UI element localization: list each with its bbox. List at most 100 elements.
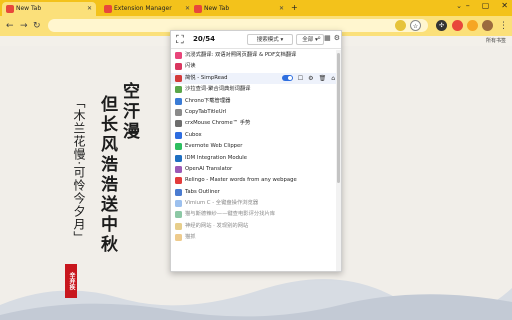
extension-row[interactable]: 简悦 - SimpRead ☐ ⚙ 🗑 ⌂ xyxy=(171,72,337,85)
extension-row[interactable]: 猫抓 xyxy=(171,232,337,243)
forward-icon[interactable]: → xyxy=(20,19,28,33)
extension-icon xyxy=(175,177,182,185)
extension-name: 神经的网站 · 发现别的网站 xyxy=(185,222,249,229)
extension-list: 沉浸式翻译: 双语对照网页翻译 & PDF文档翻译 闪读简悦 - SimpRead… xyxy=(171,50,337,244)
share-icon[interactable] xyxy=(395,20,406,31)
poet-seal: 辛弃疾 xyxy=(65,264,77,298)
extension-row[interactable]: Chrono下载管理器 xyxy=(171,96,337,107)
extension-icon xyxy=(175,200,182,208)
extension-icon xyxy=(175,108,182,116)
extension-icon xyxy=(175,131,182,139)
gear-icon[interactable]: ⚙ xyxy=(334,34,340,43)
extension-icon xyxy=(175,222,182,230)
extension-icon xyxy=(175,188,182,196)
extension-name: 闪读 xyxy=(185,63,196,70)
extension-row[interactable]: Cubox xyxy=(171,130,337,141)
extension-icon xyxy=(175,97,182,105)
extensions-icon[interactable]: ✣ xyxy=(436,20,447,31)
delete-icon[interactable]: 🗑 xyxy=(319,73,327,84)
close-window-icon[interactable]: ✕ xyxy=(501,1,508,10)
extension-row[interactable]: Relingo - Master words from any webpage xyxy=(171,175,337,186)
extension-icon xyxy=(175,52,182,59)
extension-icon xyxy=(175,234,182,242)
extension-name: Vimium C - 全键盘操作浏览器 xyxy=(185,200,259,207)
extension-row[interactable]: crxMouse Chrome™ 手势 xyxy=(171,118,337,129)
extension-row[interactable]: 神经的网站 · 发现别的网站 xyxy=(171,221,337,232)
poem-title: 「木兰花慢·可怜今夕月」 xyxy=(72,96,86,244)
all-bookmarks-link[interactable]: 所有书签 xyxy=(486,37,506,44)
options-icon[interactable]: ☐ xyxy=(298,73,303,84)
extension-name: 沉浸式翻译: 双语对照网页翻译 & PDF文档翻译 xyxy=(185,52,297,58)
extension-icon xyxy=(175,143,182,151)
extension-row[interactable]: 闪读 xyxy=(171,61,337,72)
extension-row[interactable]: Tabs Outliner xyxy=(171,187,337,198)
extension-icon xyxy=(175,86,182,94)
extension-icon xyxy=(175,154,182,162)
extension-icon xyxy=(175,120,182,128)
close-icon[interactable]: ✕ xyxy=(279,2,284,16)
extension-name: 简悦 - SimpRead xyxy=(185,74,228,81)
extension-name: IDM Integration Module xyxy=(185,154,248,161)
tab-new-tab-2[interactable]: New Tab ✕ xyxy=(190,2,288,16)
extension-row[interactable]: IDM Integration Module xyxy=(171,153,337,164)
extension-row[interactable]: 猫与斯德辣纱——键查电影评分找片库 xyxy=(171,209,337,220)
extension-name: Relingo - Master words from any webpage xyxy=(185,177,297,184)
back-icon[interactable]: ← xyxy=(6,19,14,33)
scrollbar-thumb[interactable] xyxy=(337,53,340,183)
tab-favicon xyxy=(194,5,202,13)
tab-strip: New Tab ✕ Extension Manager ✕ New Tab ✕ … xyxy=(0,0,512,16)
extension-name: 猫抓 xyxy=(185,234,196,241)
window-controls: – ▢ ✕ xyxy=(466,1,508,10)
menu-icon[interactable]: ⋮ xyxy=(499,19,508,33)
chevron-down-icon[interactable]: ⌄ xyxy=(456,2,462,10)
grid-icon[interactable]: ▦ xyxy=(324,34,331,43)
extension-manager-popup: ⛶ 20/54 搜索模式 ▾ 全部 ▾ ⌕ ▦ ⚙ 沉浸式翻译: 双语对照网页翻… xyxy=(170,30,342,272)
poem-line-1: 空汗漫 xyxy=(119,82,139,142)
tab-new-tab[interactable]: New Tab ✕ xyxy=(2,2,96,16)
extension-name: CopyTabTitleUrl xyxy=(185,108,227,115)
minimize-icon[interactable]: – xyxy=(466,1,470,10)
tab-label: New Tab xyxy=(204,5,230,12)
poem-line-2: 但长风浩浩送中秋 xyxy=(97,95,117,255)
row-tools: ☐ ⚙ 🗑 ⌂ xyxy=(281,73,335,84)
extension-name: Cubox xyxy=(185,131,202,138)
enabled-count: 20/54 xyxy=(193,35,216,43)
tab-favicon xyxy=(104,5,112,13)
extension-row[interactable]: 沙拉查词-聚合词典划词翻译 xyxy=(171,84,337,95)
profile-avatar[interactable] xyxy=(482,20,493,31)
enable-toggle[interactable] xyxy=(281,74,293,81)
extension-name: Chrono下载管理器 xyxy=(185,97,231,104)
mode-select[interactable]: 搜索模式 ▾ xyxy=(247,34,293,45)
reload-icon[interactable]: ↻ xyxy=(33,19,41,33)
tab-favicon xyxy=(6,5,14,13)
extension-icon xyxy=(175,74,182,82)
bookmark-star-icon[interactable]: ☆ xyxy=(410,20,421,31)
extension-row[interactable]: 沉浸式翻译: 双语对照网页翻译 & PDF文档翻译 xyxy=(171,50,337,61)
extension-row[interactable]: Evernote Web Clipper xyxy=(171,141,337,152)
extension-name: crxMouse Chrome™ 手势 xyxy=(185,120,251,127)
extension-icon xyxy=(175,63,182,71)
extension-name: Evernote Web Clipper xyxy=(185,143,243,150)
extension-icon xyxy=(175,165,182,173)
extension-row[interactable]: OpenAI Translator xyxy=(171,164,337,175)
tab-label: Extension Manager xyxy=(114,5,172,12)
tab-label: New Tab xyxy=(16,5,42,12)
extension-name: OpenAI Translator xyxy=(185,165,233,172)
extension-name: Tabs Outliner xyxy=(185,188,220,195)
extension-name: 猫与斯德辣纱——键查电影评分找片库 xyxy=(185,211,276,218)
header-actions: ⌕ ▦ ⚙ xyxy=(317,34,340,43)
popup-header: ⛶ 20/54 搜索模式 ▾ 全部 ▾ ⌕ ▦ ⚙ xyxy=(171,31,341,49)
new-tab-button[interactable]: + xyxy=(291,2,298,14)
close-icon[interactable]: ✕ xyxy=(87,2,92,16)
extension-logo-icon: ⛶ xyxy=(176,33,184,46)
tab-extension-manager[interactable]: Extension Manager ✕ xyxy=(100,2,194,16)
extension-row[interactable]: Vimium C - 全键盘操作浏览器 xyxy=(171,198,337,209)
extension-pin-icon-2[interactable] xyxy=(467,20,478,31)
search-icon[interactable]: ⌕ xyxy=(317,34,321,43)
maximize-icon[interactable]: ▢ xyxy=(482,1,490,10)
extension-pin-icon[interactable] xyxy=(452,20,463,31)
home-icon[interactable]: ⌂ xyxy=(331,73,335,84)
extension-icon xyxy=(175,211,182,219)
extension-row[interactable]: CopyTabTitleUrl xyxy=(171,107,337,118)
settings-icon[interactable]: ⚙ xyxy=(308,73,313,84)
